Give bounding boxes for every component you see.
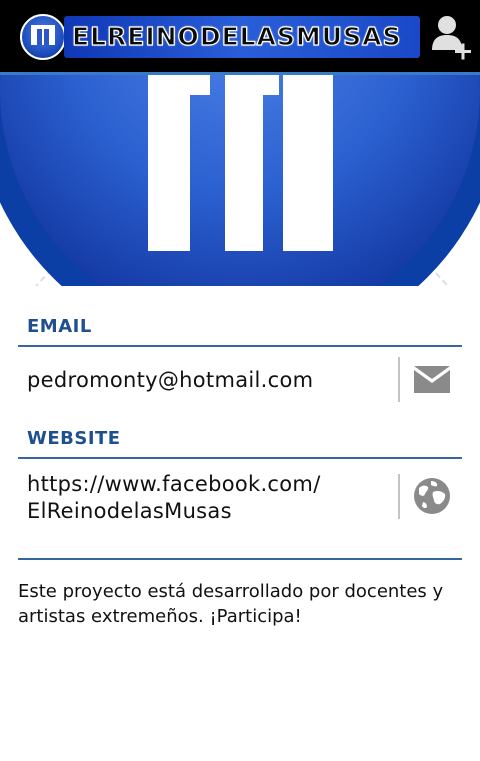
action-bar: ELREINODELASMUSAS [0,0,480,72]
website-divider [18,457,462,459]
app-logo[interactable]: ELREINODELASMUSAS [18,12,420,62]
footer-divider [18,558,462,560]
website-line-2: ElReinodelasMusas [27,499,232,523]
project-description: Este proyecto está desarrollado por doce… [18,581,444,627]
envelope-icon[interactable] [414,366,450,393]
email-divider [18,345,462,347]
email-section-title: EMAIL [27,316,92,337]
email-value[interactable]: pedromonty@hotmail.com [27,367,313,394]
website-separator [398,474,400,519]
email-separator [398,357,400,402]
add-person-icon[interactable] [430,14,474,60]
logo-title: ELREINODELASMUSAS [71,21,402,51]
logo-emblem [20,14,66,60]
website-line-1: https://www.facebook.com/ [27,472,321,496]
website-section-title: WEBSITE [27,428,121,449]
website-value[interactable]: https://www.facebook.com/ ElReinodelasMu… [27,471,321,525]
globe-icon[interactable] [413,477,451,515]
header-image [0,75,480,286]
